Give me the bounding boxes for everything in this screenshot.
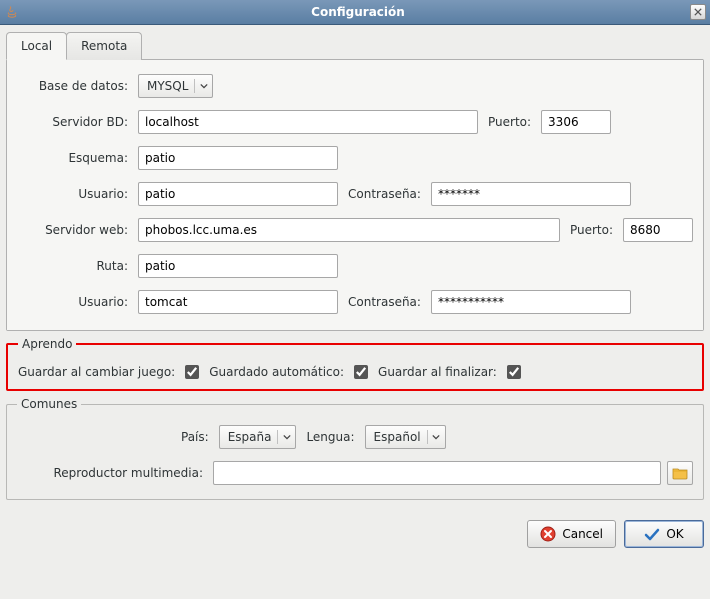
db-contrasena-label: Contraseña: <box>344 187 425 201</box>
db-servidor-label: Servidor BD: <box>17 115 132 129</box>
web-servidor-label: Servidor web: <box>17 223 132 237</box>
web-ruta-input[interactable] <box>138 254 338 278</box>
db-usuario-input[interactable] <box>138 182 338 206</box>
reproductor-input[interactable] <box>213 461 661 485</box>
reproductor-label: Reproductor multimedia: <box>17 466 207 480</box>
titlebar: Configuración <box>0 0 710 25</box>
aprendo-fieldset: Aprendo Guardar al cambiar juego: Guarda… <box>6 337 704 391</box>
ok-label: OK <box>666 527 683 541</box>
guardado-auto-checkbox[interactable] <box>354 365 368 379</box>
ok-button[interactable]: OK <box>624 520 704 548</box>
folder-icon <box>672 466 688 480</box>
web-usuario-input[interactable] <box>138 290 338 314</box>
dialog-footer: Cancel OK <box>0 512 710 554</box>
pais-select[interactable]: España <box>219 425 297 449</box>
window-close-button[interactable] <box>690 4 706 20</box>
java-icon <box>4 4 20 20</box>
db-servidor-input[interactable] <box>138 110 478 134</box>
tab-remota[interactable]: Remota <box>66 32 142 60</box>
web-contrasena-label: Contraseña: <box>344 295 425 309</box>
tab-row: Local Remota <box>6 31 704 59</box>
db-esquema-input[interactable] <box>138 146 338 170</box>
pais-label: País: <box>177 430 213 444</box>
chevron-down-icon <box>427 430 441 444</box>
chevron-down-icon <box>194 79 208 93</box>
window-title: Configuración <box>26 5 690 19</box>
db-contrasena-input[interactable] <box>431 182 631 206</box>
web-ruta-label: Ruta: <box>17 259 132 273</box>
comunes-fieldset: Comunes País: España Lengua: Español Rep… <box>6 397 704 500</box>
db-base-label: Base de datos: <box>17 79 132 93</box>
guardar-finalizar-label: Guardar al finalizar: <box>378 365 497 379</box>
pais-value: España <box>228 430 272 444</box>
web-servidor-input[interactable] <box>138 218 560 242</box>
ok-icon <box>644 526 660 542</box>
window-body: Local Remota Base de datos: MYSQL Servid… <box>0 25 710 512</box>
browse-folder-button[interactable] <box>667 461 693 485</box>
comunes-legend: Comunes <box>17 397 81 411</box>
db-puerto-input[interactable] <box>541 110 611 134</box>
lengua-label: Lengua: <box>302 430 358 444</box>
tab-panel-local: Base de datos: MYSQL Servidor BD: Puerto… <box>7 59 703 330</box>
tabs-container: Base de datos: MYSQL Servidor BD: Puerto… <box>6 59 704 331</box>
lengua-select[interactable]: Español <box>365 425 446 449</box>
db-puerto-label: Puerto: <box>484 115 535 129</box>
guardar-cambiar-checkbox[interactable] <box>185 365 199 379</box>
chevron-down-icon <box>277 430 291 444</box>
db-base-value: MYSQL <box>147 79 188 93</box>
guardado-auto-label: Guardado automático: <box>209 365 344 379</box>
web-usuario-label: Usuario: <box>17 295 132 309</box>
web-puerto-input[interactable] <box>623 218 693 242</box>
lengua-value: Español <box>374 430 421 444</box>
guardar-finalizar-checkbox[interactable] <box>507 365 521 379</box>
web-puerto-label: Puerto: <box>566 223 617 237</box>
guardar-cambiar-label: Guardar al cambiar juego: <box>18 365 175 379</box>
db-base-select[interactable]: MYSQL <box>138 74 213 98</box>
cancel-button[interactable]: Cancel <box>527 520 616 548</box>
cancel-label: Cancel <box>562 527 603 541</box>
web-contrasena-input[interactable] <box>431 290 631 314</box>
db-esquema-label: Esquema: <box>17 151 132 165</box>
tab-local[interactable]: Local <box>6 32 67 60</box>
cancel-icon <box>540 526 556 542</box>
aprendo-legend: Aprendo <box>18 337 76 351</box>
db-usuario-label: Usuario: <box>17 187 132 201</box>
